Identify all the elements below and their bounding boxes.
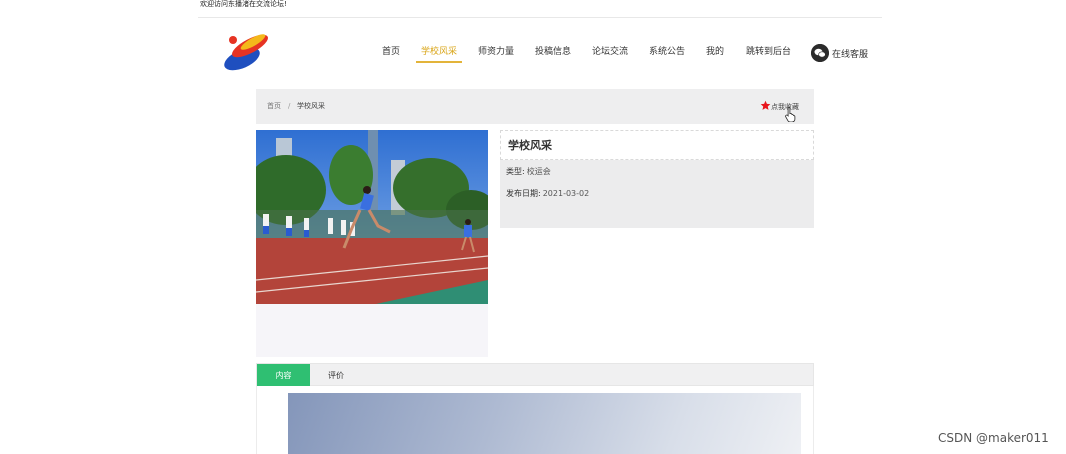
main-nav: 首页 学校风采 师资力量 投稿信息 论坛交流 系统公告 我的 跳转到后台 在线客…	[198, 44, 882, 66]
nav-submissions[interactable]: 投稿信息	[535, 46, 571, 58]
nav-forum[interactable]: 论坛交流	[592, 46, 628, 58]
service-label: 在线客服	[832, 50, 869, 60]
detail-title: 学校风采	[508, 139, 552, 152]
nav-mine[interactable]: 我的	[706, 46, 724, 58]
wechat-icon	[811, 44, 829, 62]
breadcrumb-current: 学校风采	[297, 102, 325, 110]
detail-info: 学校风采 类型: 校运会 发布日期: 2021-03-02	[500, 130, 814, 228]
hand-cursor-icon	[785, 106, 796, 122]
breadcrumb: 首页 / 学校风采 点我收藏	[256, 89, 814, 124]
breadcrumb-separator: /	[288, 102, 291, 110]
photo-panel	[256, 130, 488, 357]
detail-date-row: 发布日期: 2021-03-02	[506, 189, 589, 199]
nav-active-indicator	[416, 61, 462, 63]
tab-content[interactable]: 内容	[257, 364, 310, 387]
sports-day-photo	[256, 130, 488, 304]
detail-date-value: 2021-03-02	[542, 189, 590, 198]
nav-admin[interactable]: 跳转到后台	[746, 46, 791, 58]
detail-date-label: 发布日期:	[506, 189, 541, 198]
star-icon	[760, 100, 771, 110]
nav-home[interactable]: 首页	[382, 46, 400, 58]
nav-announcements[interactable]: 系统公告	[649, 46, 685, 58]
nav-teachers[interactable]: 师资力量	[478, 46, 514, 58]
tab-review[interactable]: 评价	[315, 364, 357, 387]
content-image	[288, 393, 801, 454]
nav-school-style[interactable]: 学校风采	[421, 46, 457, 58]
detail-type-value: 校运会	[526, 167, 551, 176]
welcome-text: 欢迎访问东播渚在交流论坛!	[200, 0, 287, 8]
content-tabs: 内容 评价	[256, 363, 814, 387]
header: 首页 学校风采 师资力量 投稿信息 论坛交流 系统公告 我的 跳转到后台 在线客…	[198, 18, 882, 88]
watermark: CSDN @maker011	[938, 431, 1049, 445]
top-bar: 欢迎访问东播渚在交流论坛!	[198, 0, 882, 18]
detail-type-label: 类型:	[506, 167, 525, 176]
breadcrumb-home[interactable]: 首页	[267, 102, 281, 111]
detail-type-row: 类型: 校运会	[506, 167, 551, 177]
detail-title-box: 学校风采	[500, 130, 814, 160]
tab-content-panel	[256, 386, 814, 454]
